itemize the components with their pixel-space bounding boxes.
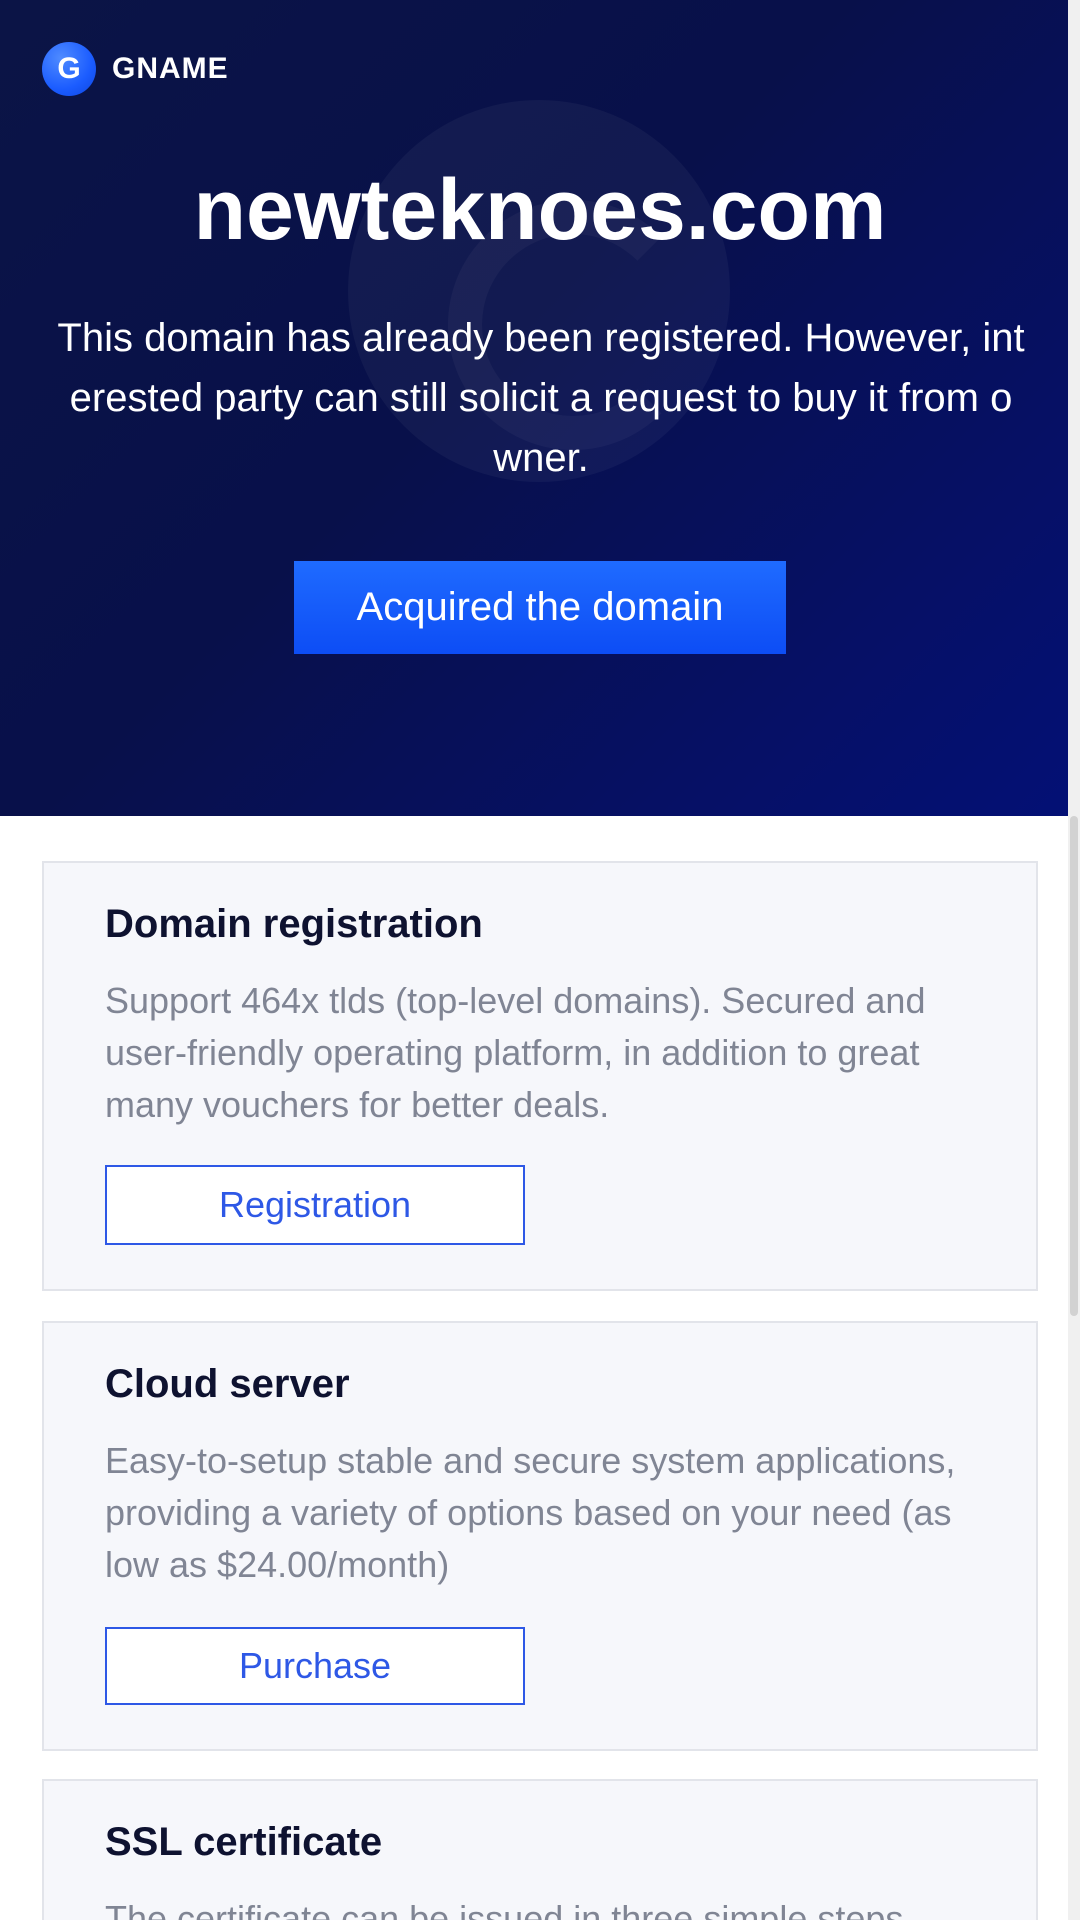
registration-button[interactable]: Registration bbox=[105, 1165, 525, 1245]
card-domain-registration: Domain registration Support 464x tlds (t… bbox=[42, 861, 1038, 1291]
hero-banner: G GNAME newteknoes.com This domain has a… bbox=[0, 0, 1068, 816]
domain-name-title: newteknoes.com bbox=[193, 162, 887, 258]
acquire-domain-button[interactable]: Acquired the domain bbox=[294, 561, 786, 654]
purchase-button[interactable]: Purchase bbox=[105, 1627, 525, 1705]
card-cloud-server: Cloud server Easy-to-setup stable and se… bbox=[42, 1321, 1038, 1751]
scrollbar-thumb[interactable] bbox=[1070, 816, 1078, 1316]
card-description: The certificate can be issued in three s… bbox=[105, 1898, 904, 1920]
card-title: Cloud server bbox=[105, 1362, 350, 1406]
gname-logo-icon: G bbox=[42, 42, 96, 96]
card-title: Domain registration bbox=[105, 902, 483, 946]
page-scrollbar[interactable] bbox=[1068, 0, 1080, 1920]
card-ssl-certificate: SSL certificate The certificate can be i… bbox=[42, 1779, 1038, 1920]
card-title: SSL certificate bbox=[105, 1820, 383, 1864]
brand-name: GNAME bbox=[112, 52, 229, 85]
brand-logo[interactable]: G GNAME bbox=[42, 42, 229, 96]
card-description: Easy-to-setup stable and secure system a… bbox=[105, 1440, 956, 1585]
page: G GNAME newteknoes.com This domain has a… bbox=[0, 0, 1080, 1920]
card-description: Support 464x tlds (top-level domains). S… bbox=[105, 980, 926, 1125]
hero-description: This domain has already been registered.… bbox=[57, 316, 1025, 480]
